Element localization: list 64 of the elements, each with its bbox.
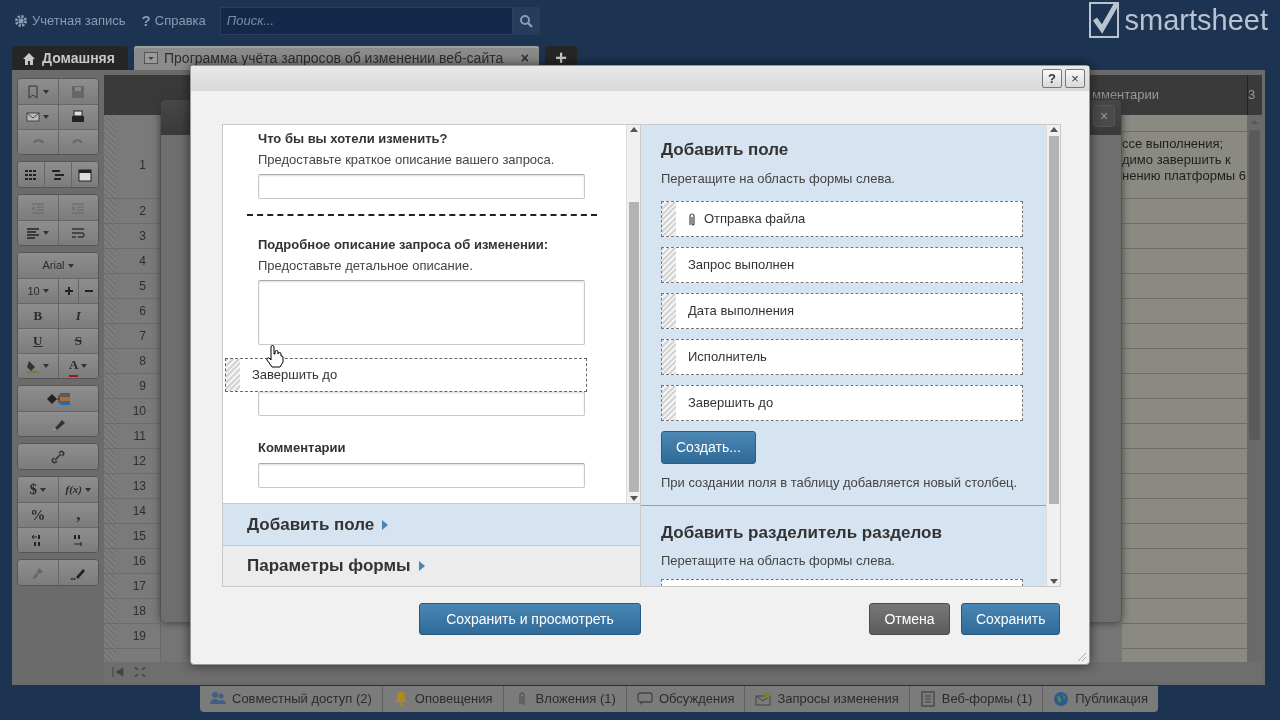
bottom-tab[interactable]: Запросы изменения xyxy=(744,686,909,712)
cancel-button[interactable]: Отмена xyxy=(869,603,950,635)
close-tab-button[interactable]: × xyxy=(520,47,529,69)
row-number: 8 xyxy=(139,353,146,370)
row-number: 9 xyxy=(139,378,146,395)
row-number: 1 xyxy=(139,157,146,174)
bottom-tab[interactable]: Публикация xyxy=(1042,686,1158,712)
row-number: 7 xyxy=(139,328,146,345)
logo-text: smartsheet xyxy=(1124,3,1268,39)
formula-button[interactable]: f(x) xyxy=(57,477,98,502)
help-text: При создании поля в таблицу добавляется новый столбец. xyxy=(661,474,1019,492)
draggable-field[interactable]: Завершить до xyxy=(661,385,1023,421)
row-number: 18 xyxy=(132,603,146,620)
row-number: 15 xyxy=(132,528,146,545)
bottom-tab[interactable]: Веб-формы (1) xyxy=(908,686,1043,712)
row-number: 13 xyxy=(132,478,146,495)
cell-text: ссе выполнения; димо завершить к нению платформы 6 xyxy=(1122,135,1247,184)
help-link[interactable]: ? Справка xyxy=(141,9,206,33)
strikethrough-button[interactable]: S xyxy=(57,329,98,353)
save-preview-button[interactable]: Сохранить и просмотреть xyxy=(419,603,641,635)
draggable-field[interactable]: Запрос выполнен xyxy=(661,247,1023,283)
row-number: 14 xyxy=(132,503,146,520)
account-link[interactable]: Учетная запись xyxy=(14,11,126,31)
section-title: Добавить поле xyxy=(661,139,790,161)
help-button[interactable]: ? xyxy=(1042,69,1062,88)
row-number: 6 xyxy=(139,303,146,320)
draggable-field[interactable]: Дата выполнения xyxy=(661,293,1023,329)
row-number: 17 xyxy=(132,578,146,595)
accordion-header[interactable]: Параметры формы xyxy=(223,545,640,586)
row-number: 16 xyxy=(132,553,146,570)
create-button[interactable]: Создать... xyxy=(661,431,756,464)
section-hint: Перетащите на область формы слева. xyxy=(661,552,896,570)
bottom-tab[interactable]: Обсуждения xyxy=(625,686,745,712)
comma-button[interactable]: , xyxy=(57,503,98,527)
text-color-button[interactable]: A xyxy=(57,354,98,378)
search-field[interactable]: Поиск... xyxy=(219,7,513,35)
tab[interactable]: Домашняя xyxy=(12,46,128,70)
bottom-tab[interactable]: Совместный доступ (2) xyxy=(200,686,382,712)
row-number: 2 xyxy=(139,203,146,220)
column-header: мментарии xyxy=(1092,86,1161,105)
italic-button[interactable]: I xyxy=(57,304,98,328)
dragged-field[interactable]: Завершить до xyxy=(225,358,587,392)
row-number: 4 xyxy=(139,253,146,270)
section-hint: Перетащите на область формы слева. xyxy=(661,169,896,188)
field-hint: Предоставьте детальное описание. xyxy=(258,256,474,275)
close-button[interactable]: × xyxy=(1065,69,1085,88)
row-number: 19 xyxy=(132,628,146,645)
field-label: Подробное описание запроса об изменении: xyxy=(258,236,550,254)
draggable-field[interactable]: Отправка файла xyxy=(661,201,1023,237)
row-number: 10 xyxy=(132,403,146,420)
field-label: Комментарии xyxy=(258,439,347,457)
row-number: 3 xyxy=(139,228,146,245)
bottom-tab[interactable]: Вложения (1) xyxy=(502,686,626,712)
row-number: 11 xyxy=(133,428,146,445)
field-label: Что бы вы хотели изменить? xyxy=(258,130,449,148)
field-hint: Предоставьте краткое описание вашего запроса. xyxy=(258,150,556,169)
save-button[interactable]: Сохранить xyxy=(961,603,1060,635)
draggable-field[interactable]: Исполнитель xyxy=(661,339,1023,375)
close-button[interactable]: × xyxy=(1093,105,1115,127)
bottom-tab[interactable]: Оповещения xyxy=(381,686,503,712)
row-number: 5 xyxy=(139,278,146,295)
row-number: 12 xyxy=(132,453,146,470)
section-title: Добавить разделитель разделов xyxy=(661,521,943,544)
accordion-header[interactable]: Добавить поле xyxy=(223,503,640,546)
